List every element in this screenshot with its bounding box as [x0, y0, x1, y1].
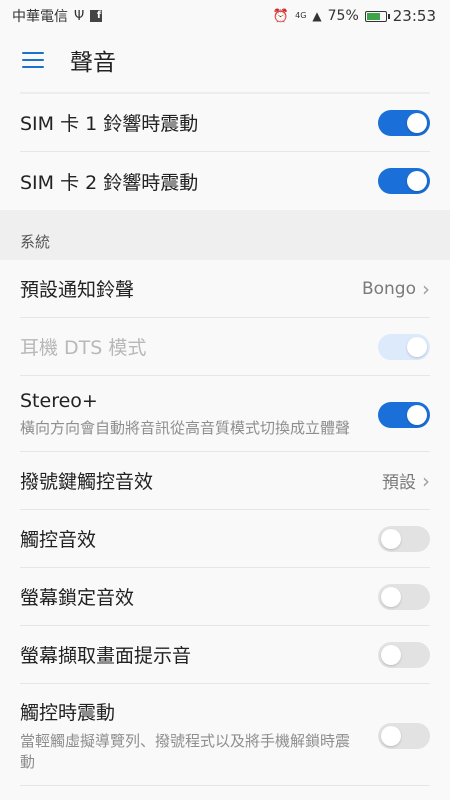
vibrate-on-touch-row[interactable]: 觸控時震動 當輕觸虛擬導覽列、撥號程式以及將手機解鎖時震動: [20, 684, 430, 786]
status-right: ⏰ 4G ▲ 75% 23:53: [273, 7, 436, 25]
row-value: 預設 ›: [382, 468, 430, 494]
row-label: SIM 卡 1 鈴響時震動: [20, 113, 199, 135]
row-text: Stereo+ 橫向方向會自動將音訊從高音質模式切換成立體聲: [20, 390, 378, 439]
row-label: 撥號鍵觸控音效: [20, 471, 154, 493]
sim2-vibrate-switch[interactable]: [378, 168, 430, 194]
row-description: 橫向方向會自動將音訊從高音質模式切換成立體聲: [20, 419, 351, 437]
status-bar: 中華電信 Ψ f ⏰ 4G ▲ 75% 23:53: [0, 0, 450, 32]
row-label: SIM 卡 2 鈴響時震動: [20, 171, 199, 194]
stereo-plus-switch[interactable]: [378, 401, 430, 428]
battery-percent: 75%: [327, 8, 359, 24]
screenshot-sound-row[interactable]: 螢幕擷取畫面提示音: [20, 626, 430, 684]
screen-lock-sound-row[interactable]: 螢幕鎖定音效: [20, 568, 430, 626]
row-value: Bongo ›: [362, 279, 430, 299]
network-icon: 4G: [295, 11, 307, 20]
default-notification-sound-row[interactable]: 預設通知鈴聲 Bongo ›: [20, 260, 430, 318]
row-description: 當輕觸虛擬導覽列、撥號程式以及將手機解鎖時震動: [20, 732, 351, 771]
signal-icon: ▲: [312, 9, 322, 23]
row-label: 觸控時震動: [20, 702, 116, 724]
row-label: 耳機 DTS 模式: [20, 337, 147, 359]
screenshot-sound-switch[interactable]: [378, 641, 430, 668]
row-label: Stereo+: [20, 390, 98, 412]
screen-lock-sound-switch[interactable]: [378, 583, 430, 610]
sim1-vibrate-switch[interactable]: [378, 109, 430, 136]
menu-icon[interactable]: [22, 52, 44, 68]
dial-pad-tone-row[interactable]: 撥號鍵觸控音效 預設 ›: [20, 452, 430, 510]
touch-sound-row[interactable]: 觸控音效: [20, 510, 430, 568]
facebook-icon: f: [90, 10, 103, 22]
chevron-right-icon: ›: [422, 468, 430, 493]
battery-level: [366, 12, 381, 20]
section-title: 系統: [20, 233, 51, 251]
headphone-dts-row: 耳機 DTS 模式: [20, 318, 430, 376]
status-left: 中華電信 Ψ f: [12, 6, 103, 26]
battery-icon: [364, 10, 390, 22]
stereo-plus-row[interactable]: Stereo+ 橫向方向會自動將音訊從高音質模式切換成立體聲: [20, 376, 430, 452]
sim2-vibrate-row[interactable]: SIM 卡 2 鈴響時震動: [20, 152, 430, 210]
value-text: 預設: [382, 473, 416, 493]
dts-switch: [378, 333, 430, 360]
row-text: 觸控時震動 當輕觸虛擬導覽列、撥號程式以及將手機解鎖時震動: [20, 698, 378, 773]
page-title: 聲音: [70, 50, 116, 76]
value-text: Bongo: [361, 278, 416, 299]
clock: 23:53: [392, 7, 436, 25]
chevron-right-icon: ›: [422, 276, 430, 301]
carrier-name: 中華電信: [12, 9, 68, 25]
sim1-vibrate-row[interactable]: SIM 卡 1 鈴響時震動: [20, 94, 430, 152]
row-label: 螢幕鎖定音效: [20, 587, 135, 609]
row-label: 觸控音效: [20, 529, 97, 551]
row-label: 預設通知鈴聲: [20, 279, 135, 301]
usb-icon: Ψ: [74, 8, 85, 24]
app-bar: 聲音: [0, 32, 450, 88]
row-label: 螢幕擷取畫面提示音: [20, 645, 192, 667]
vibrate-on-touch-switch[interactable]: [378, 722, 430, 749]
touch-sound-switch[interactable]: [378, 525, 430, 552]
section-header-system: 系統: [0, 210, 450, 260]
alarm-icon: ⏰: [272, 8, 290, 24]
